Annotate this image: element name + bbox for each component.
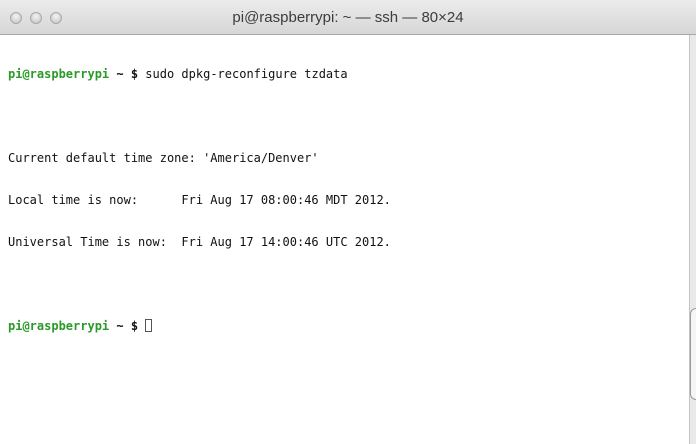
text-cursor[interactable] <box>145 319 153 332</box>
window-title: pi@raspberrypi: ~ — ssh — 80×24 <box>232 9 464 26</box>
output-line: Universal Time is now: Fri Aug 17 14:00:… <box>8 235 391 249</box>
command-line: pi@raspberrypi ~ $ sudo dpkg-reconfigure… <box>8 67 391 81</box>
output-line: Current default time zone: 'America/Denv… <box>8 151 319 165</box>
scrollbar-thumb[interactable] <box>690 308 696 400</box>
prompt-path: ~ <box>109 67 131 81</box>
current-prompt-line[interactable]: pi@raspberrypi ~ $ <box>8 319 391 333</box>
terminal-content[interactable]: pi@raspberrypi ~ $ sudo dpkg-reconfigure… <box>0 35 690 444</box>
prompt-user: pi@raspberrypi <box>8 67 110 81</box>
prompt-user: pi@raspberrypi <box>8 319 110 333</box>
prompt-symbol: $ <box>130 67 139 81</box>
title-bar[interactable]: pi@raspberrypi: ~ — ssh — 80×24 <box>0 0 696 35</box>
output-line: Local time is now: Fri Aug 17 08:00:46 M… <box>8 193 391 207</box>
terminal-window: pi@raspberrypi: ~ — ssh — 80×24 pi@raspb… <box>0 0 696 444</box>
terminal-text-area[interactable]: pi@raspberrypi ~ $ sudo dpkg-reconfigure… <box>8 39 391 361</box>
prompt-symbol: $ <box>130 319 146 333</box>
command-text: sudo dpkg-reconfigure tzdata <box>138 67 348 81</box>
prompt-path: ~ <box>109 319 131 333</box>
